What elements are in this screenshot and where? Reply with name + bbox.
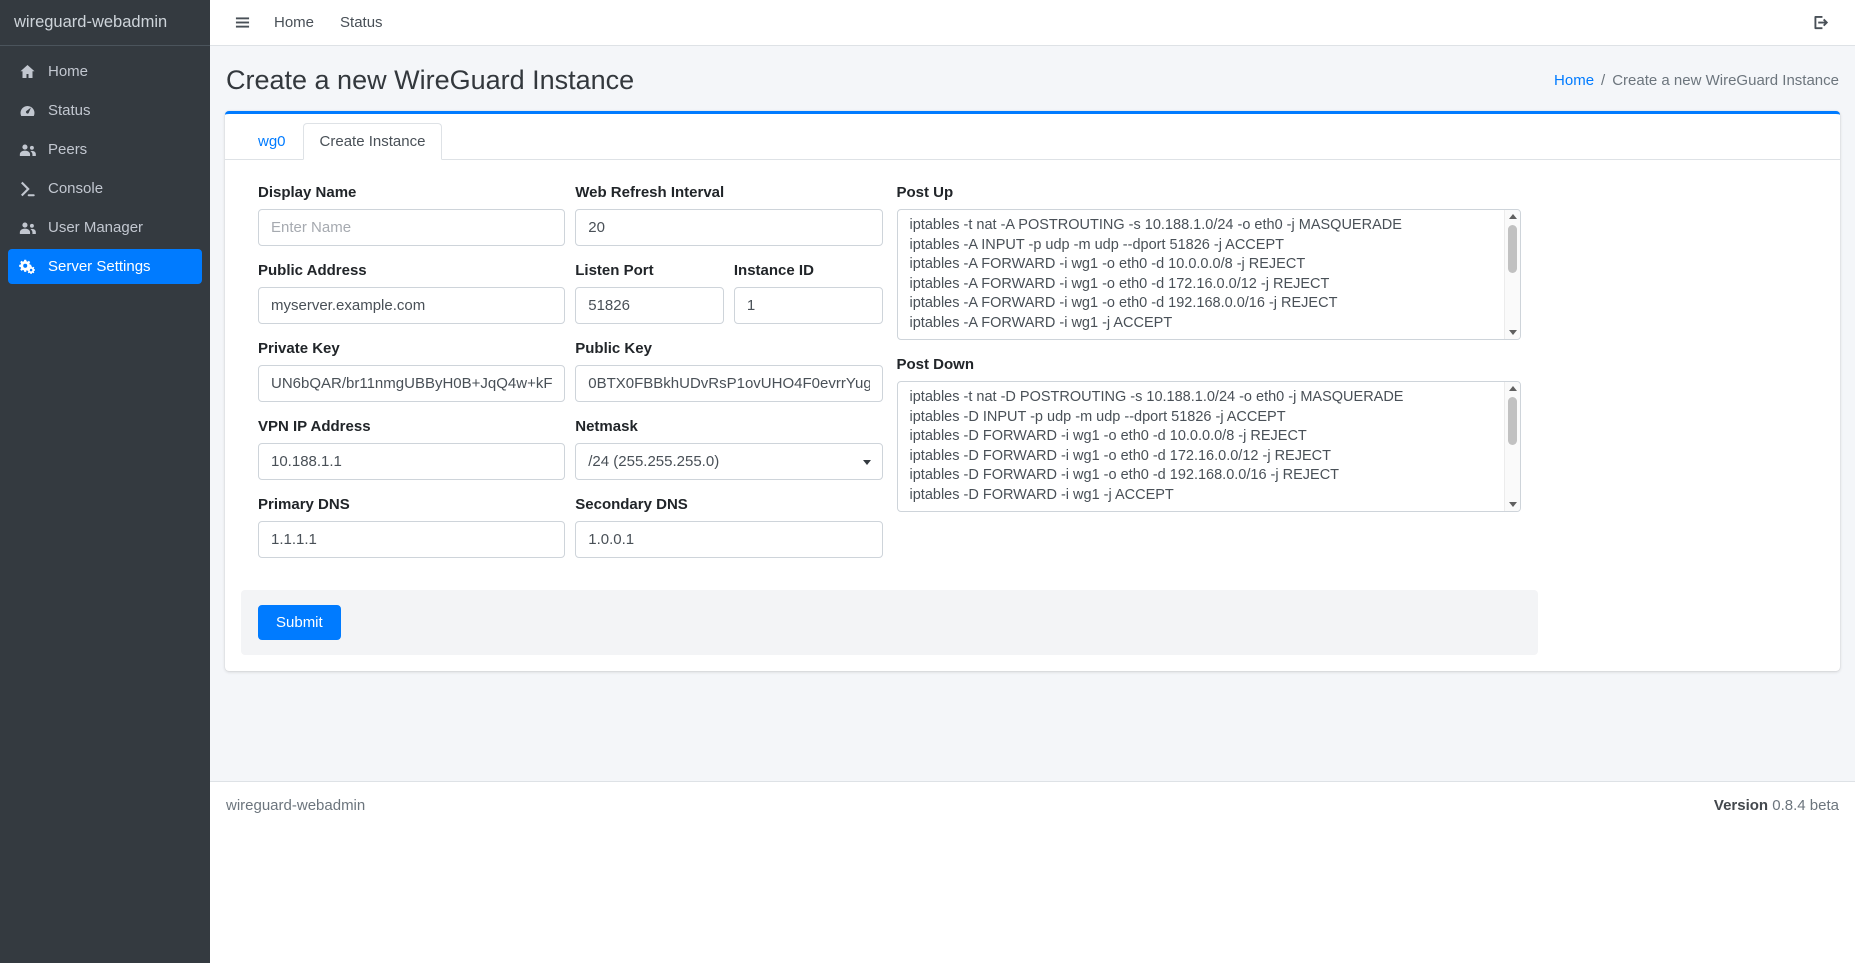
breadcrumb: Home / Create a new WireGuard Instance [1554,72,1839,89]
form-right-column: Post Up iptables -t nat -A POSTROUTING -… [897,184,1522,574]
main-column: Home Status Create a new WireGuard Insta… [210,0,1855,963]
sidebar-item-status[interactable]: Status [8,93,202,128]
breadcrumb-home-link[interactable]: Home [1554,72,1594,89]
scrollbar-thumb [1508,225,1517,273]
web-refresh-interval-label: Web Refresh Interval [575,184,882,201]
textarea-scrollbar[interactable] [1504,210,1520,339]
instance-id-input[interactable] [734,287,883,324]
submit-button[interactable]: Submit [258,605,341,640]
sidebar-item-label: Console [48,180,103,197]
listen-port-label: Listen Port [575,262,724,279]
terminal-icon [18,180,37,197]
card-header: wg0 Create Instance [225,114,1840,160]
private-key-input[interactable] [258,365,565,402]
public-key-input[interactable] [575,365,882,402]
post-down-textarea[interactable]: iptables -t nat -D POSTROUTING -s 10.188… [897,381,1522,512]
form-footer: Submit [241,590,1538,655]
tachometer-icon [18,102,37,119]
scrollbar-thumb [1508,397,1517,445]
content-wrapper: Create a new WireGuard Instance Home / C… [210,46,1855,781]
display-name-input[interactable] [258,209,565,246]
footer-version-label: Version [1714,797,1768,814]
brand-link[interactable]: wireguard-webadmin [0,0,210,46]
tab-create-instance[interactable]: Create Instance [303,123,443,160]
post-up-textarea[interactable]: iptables -t nat -A POSTROUTING -s 10.188… [897,209,1522,340]
sidebar-item-label: User Manager [48,219,143,236]
sidebar-item-home[interactable]: Home [8,54,202,89]
display-name-label: Display Name [258,184,565,201]
navbar-link-home[interactable]: Home [261,6,327,39]
users-icon [18,219,37,236]
primary-dns-input[interactable] [258,521,565,558]
public-address-input[interactable] [258,287,565,324]
card-body: Display Name Web Refresh Interval [225,160,1840,671]
logout-icon[interactable] [1802,7,1841,38]
scrollbar-down-arrow [1509,502,1517,507]
textarea-scrollbar[interactable] [1504,382,1520,511]
gears-icon [18,258,37,275]
footer-version: Version 0.8.4 beta [1714,797,1839,814]
sidebar: wireguard-webadmin Home Status Peers [0,0,210,963]
menu-toggle-button[interactable] [224,7,261,38]
listen-port-input[interactable] [575,287,724,324]
tab-wg0[interactable]: wg0 [241,123,303,160]
netmask-label: Netmask [575,418,882,435]
form-left-column: Display Name Web Refresh Interval [258,184,883,574]
breadcrumb-separator: / [1601,72,1605,89]
scrollbar-up-arrow [1509,386,1517,391]
post-up-label: Post Up [897,184,1522,201]
top-navbar: Home Status [210,0,1855,46]
sidebar-item-user-manager[interactable]: User Manager [8,210,202,245]
sidebar-item-server-settings[interactable]: Server Settings [8,249,202,284]
form-grid: Display Name Web Refresh Interval [241,176,1538,574]
public-address-label: Public Address [258,262,565,279]
home-icon [18,63,37,80]
post-down-label: Post Down [897,356,1522,373]
content-header: Create a new WireGuard Instance Home / C… [210,46,1855,107]
sidebar-nav: Home Status Peers Console [0,46,210,296]
sidebar-item-label: Home [48,63,88,80]
sidebar-item-console[interactable]: Console [8,171,202,206]
private-key-label: Private Key [258,340,565,357]
netmask-select[interactable]: /24 (255.255.255.0) [575,443,882,480]
instance-id-label: Instance ID [734,262,883,279]
scrollbar-up-arrow [1509,214,1517,219]
instance-form: Display Name Web Refresh Interval [241,176,1538,655]
breadcrumb-current: Create a new WireGuard Instance [1612,72,1839,89]
navbar-link-status[interactable]: Status [327,6,396,39]
primary-dns-label: Primary DNS [258,496,565,513]
instance-tabs: wg0 Create Instance [241,123,1824,159]
vpn-ip-label: VPN IP Address [258,418,565,435]
vpn-ip-input[interactable] [258,443,565,480]
page-footer: wireguard-webadmin Version 0.8.4 beta [210,781,1855,963]
sidebar-item-label: Server Settings [48,258,151,275]
page-title: Create a new WireGuard Instance [226,65,634,96]
scrollbar-down-arrow [1509,330,1517,335]
sidebar-item-label: Peers [48,141,87,158]
sidebar-item-peers[interactable]: Peers [8,132,202,167]
secondary-dns-label: Secondary DNS [575,496,882,513]
footer-app-name: wireguard-webadmin [226,797,365,814]
app-window: wireguard-webadmin Home Status Peers [0,0,1855,963]
footer-version-value: 0.8.4 beta [1772,797,1839,814]
secondary-dns-input[interactable] [575,521,882,558]
create-instance-card: wg0 Create Instance Display Name [225,111,1840,671]
sidebar-item-label: Status [48,102,91,119]
users-icon [18,141,37,158]
public-key-label: Public Key [575,340,882,357]
web-refresh-interval-input[interactable] [575,209,882,246]
